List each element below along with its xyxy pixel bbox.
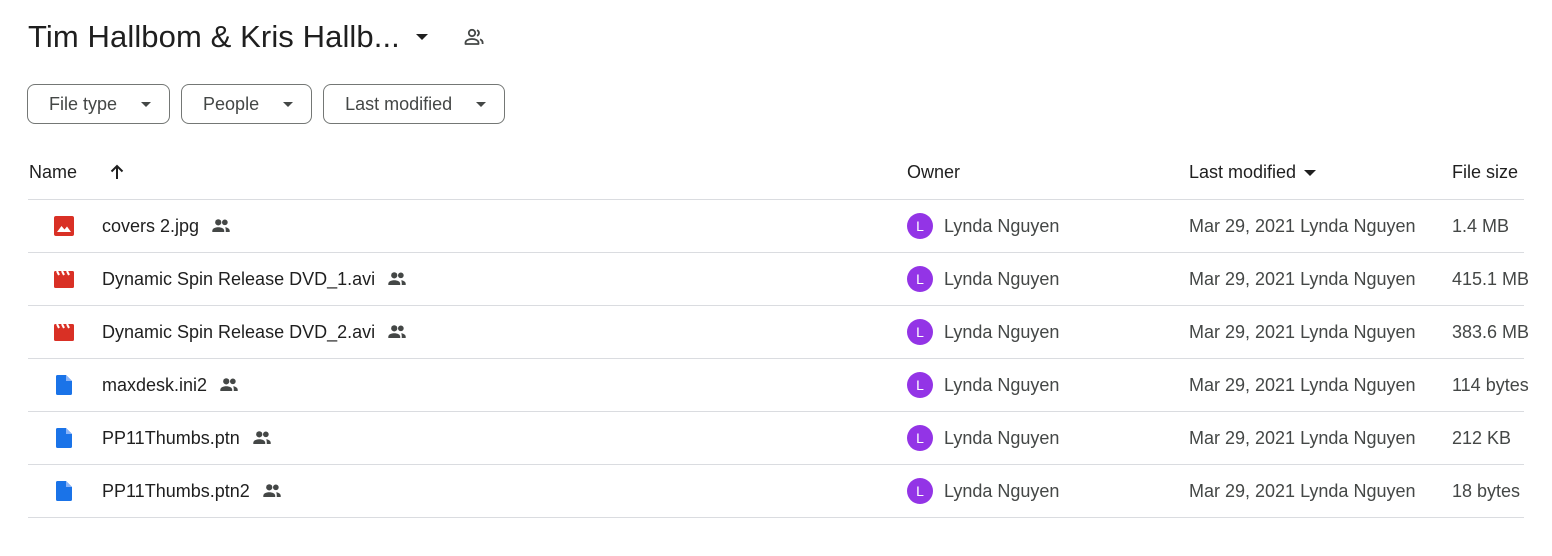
avatar[interactable]: L [907, 425, 933, 451]
table-row[interactable]: PP11Thumbs.ptn2 L Lynda Nguyen Mar 29, 2… [28, 465, 1524, 518]
file-list: Name Owner Last modified File size cover… [28, 146, 1529, 518]
owner-name: Lynda Nguyen [944, 480, 1060, 501]
avatar[interactable]: L [907, 319, 933, 345]
owner-name: Lynda Nguyen [944, 374, 1060, 395]
table-header: Name Owner Last modified File size [28, 146, 1524, 200]
owner-cell: L Lynda Nguyen [907, 359, 1059, 411]
file-icon [53, 465, 75, 517]
table-row[interactable]: Dynamic Spin Release DVD_1.avi L Lynda N… [28, 253, 1529, 306]
file-name-cell: Dynamic Spin Release DVD_2.avi [102, 306, 408, 358]
owner-cell: L Lynda Nguyen [907, 253, 1059, 305]
file-type-filter-label: File type [49, 93, 118, 114]
last-modified-cell: Mar 29, 2021 Lynda Nguyen [1189, 321, 1416, 342]
last-modified-cell: Mar 29, 2021 Lynda Nguyen [1189, 480, 1416, 501]
caret-down-icon [1304, 169, 1317, 176]
file-name[interactable]: PP11Thumbs.ptn2 [102, 481, 250, 502]
owner-name: Lynda Nguyen [944, 321, 1060, 342]
file-name[interactable]: maxdesk.ini2 [102, 375, 207, 396]
owner-cell: L Lynda Nguyen [907, 200, 1059, 252]
file-name-cell: PP11Thumbs.ptn2 [102, 465, 283, 517]
name-column-header[interactable]: Name [29, 162, 77, 183]
shared-icon [386, 268, 408, 290]
owner-name: Lynda Nguyen [944, 268, 1060, 289]
last-modified-filter[interactable]: Last modified [323, 84, 506, 124]
last-modified-cell: Mar 29, 2021 Lynda Nguyen [1189, 374, 1416, 395]
file-size-cell: 415.1 MB [1452, 268, 1530, 289]
last-modified-filter-label: Last modified [345, 93, 453, 114]
file-size-cell: 212 KB [1452, 427, 1512, 448]
folder-title[interactable]: Tim Hallbom & Kris Hallb... [28, 19, 400, 55]
last-modified-cell: Mar 29, 2021 Lynda Nguyen [1189, 215, 1416, 236]
shared-icon [386, 321, 408, 343]
file-type-filter[interactable]: File type [27, 84, 171, 124]
owner-cell: L Lynda Nguyen [907, 412, 1059, 464]
drive-folder-view: Tim Hallbom & Kris Hallb... File type Pe… [0, 0, 1552, 556]
caret-down-icon[interactable] [415, 34, 428, 40]
caret-down-icon [141, 101, 152, 107]
folder-header: Tim Hallbom & Kris Hallb... [28, 14, 486, 60]
owner-name: Lynda Nguyen [944, 215, 1060, 236]
file-icon [53, 412, 75, 464]
last-modified-column-label: Last modified [1189, 162, 1297, 182]
file-name[interactable]: Dynamic Spin Release DVD_2.avi [102, 322, 375, 343]
arrow-up-icon[interactable] [108, 163, 126, 181]
avatar[interactable]: L [907, 372, 933, 398]
file-name-cell: Dynamic Spin Release DVD_1.avi [102, 253, 408, 305]
file-size-cell: 1.4 MB [1452, 215, 1510, 236]
caret-down-icon [476, 101, 487, 107]
file-size-column-header[interactable]: File size [1452, 162, 1518, 183]
caret-down-icon [283, 101, 294, 107]
last-modified-cell: Mar 29, 2021 Lynda Nguyen [1189, 427, 1416, 448]
table-row[interactable]: PP11Thumbs.ptn L Lynda Nguyen Mar 29, 20… [28, 412, 1524, 465]
video-icon [53, 306, 75, 358]
last-modified-column-header[interactable]: Last modified [1189, 162, 1317, 183]
file-name[interactable]: covers 2.jpg [102, 216, 199, 237]
owner-column-header[interactable]: Owner [907, 162, 960, 183]
table-row[interactable]: Dynamic Spin Release DVD_2.avi L Lynda N… [28, 306, 1529, 359]
image-icon [53, 200, 75, 252]
owner-cell: L Lynda Nguyen [907, 306, 1059, 358]
people-filter-label: People [203, 93, 260, 114]
avatar[interactable]: L [907, 266, 933, 292]
shared-icon [261, 480, 283, 502]
table-row[interactable]: covers 2.jpg L Lynda Nguyen Mar 29, 2021… [28, 200, 1524, 253]
file-name-cell: PP11Thumbs.ptn [102, 412, 273, 464]
last-modified-cell: Mar 29, 2021 Lynda Nguyen [1189, 268, 1416, 289]
people-filter[interactable]: People [181, 84, 313, 124]
shared-icon [210, 215, 232, 237]
avatar[interactable]: L [907, 478, 933, 504]
file-name[interactable]: PP11Thumbs.ptn [102, 428, 240, 449]
video-icon [53, 253, 75, 305]
avatar[interactable]: L [907, 213, 933, 239]
file-size-cell: 18 bytes [1452, 480, 1521, 501]
file-size-cell: 383.6 MB [1452, 321, 1530, 342]
shared-folder-icon[interactable] [462, 25, 486, 49]
filter-chips: File type People Last modified [27, 84, 506, 124]
file-name-cell: maxdesk.ini2 [102, 359, 240, 411]
shared-icon [218, 374, 240, 396]
file-icon [53, 359, 75, 411]
shared-icon [251, 427, 273, 449]
table-body: covers 2.jpg L Lynda Nguyen Mar 29, 2021… [28, 200, 1529, 518]
owner-name: Lynda Nguyen [944, 427, 1060, 448]
file-size-cell: 114 bytes [1452, 374, 1529, 395]
file-name-cell: covers 2.jpg [102, 200, 232, 252]
table-row[interactable]: maxdesk.ini2 L Lynda Nguyen Mar 29, 2021… [28, 359, 1529, 412]
file-name[interactable]: Dynamic Spin Release DVD_1.avi [102, 269, 375, 290]
owner-cell: L Lynda Nguyen [907, 465, 1059, 517]
